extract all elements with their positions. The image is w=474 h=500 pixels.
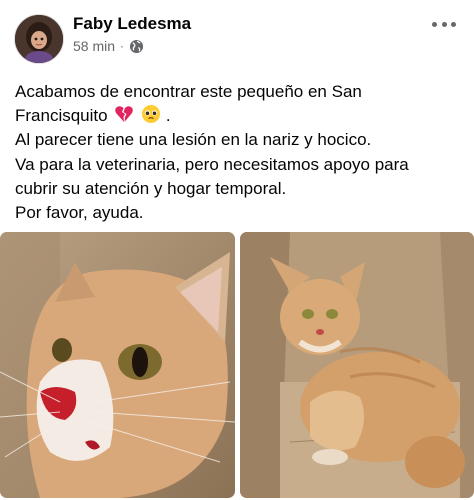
author-avatar[interactable] [14,14,64,64]
pleading-face-emoji [142,105,161,124]
post-text-line: cubrir su atención y hogar temporal. [15,178,287,198]
post-text-line: Al parecer tiene una lesión en la nariz … [15,130,372,150]
cat-in-box-photo [240,232,474,498]
more-dots-icon[interactable] [432,14,456,34]
cat-injured-nose-photo [0,232,235,498]
post-text-line: Francisquito [15,106,108,126]
meta-separator: · [120,39,125,53]
photo-cat-closeup[interactable] [0,232,235,498]
post-time[interactable]: 58 min [73,38,115,54]
post-meta: 58 min · [73,38,144,54]
post-text-line: Por favor, ayuda. [15,203,144,223]
post-text-line: Va para la veterinaria, pero necesitamos… [15,154,409,174]
globe-icon[interactable] [129,39,144,54]
post-text: Acabamos de encontrar este pequeño en Sa… [15,80,455,225]
trailing-period: . [165,106,171,126]
author-name[interactable]: Faby Ledesma [73,14,191,34]
post-text-line: Acabamos de encontrar este pequeño en Sa… [15,82,362,101]
post-header: Faby Ledesma 58 min · [0,0,474,66]
post-text-line-emoji: Francisquito . [15,104,455,128]
broken-heart-emoji [115,106,134,123]
photo-cat-in-box[interactable] [240,232,474,498]
